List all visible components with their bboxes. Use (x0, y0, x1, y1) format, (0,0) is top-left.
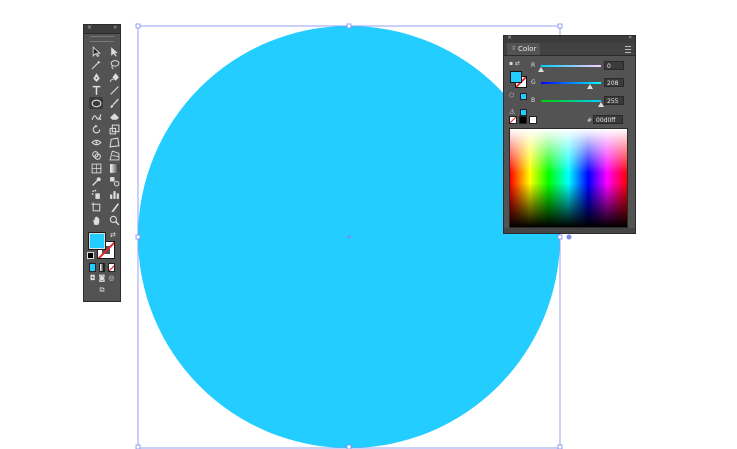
gradient-mode-icon[interactable] (98, 262, 106, 272)
color-mode-icon[interactable] (89, 262, 96, 272)
tab-arrows-icon[interactable]: ⇕ (511, 43, 516, 55)
curvature-tool-icon[interactable] (107, 71, 121, 83)
hex-label: # (587, 117, 593, 124)
eraser-tool-icon[interactable] (107, 110, 121, 122)
color-panel-collapse-icon[interactable]: « (628, 34, 632, 41)
screen-mode-icon[interactable]: ⧉ (100, 286, 105, 295)
drawing-mode-row: ◘ ◙ ◎ (84, 272, 120, 284)
color-mode-buttons (84, 262, 120, 272)
panel-menu-icon[interactable] (625, 46, 631, 53)
artboard-tool-icon[interactable] (89, 201, 103, 213)
color-panel-titlebar[interactable]: × « (504, 34, 635, 43)
direct-selection-tool-icon[interactable] (107, 45, 121, 57)
gradient-tool-icon[interactable] (107, 162, 121, 174)
slider-row-b: B 255 (529, 96, 629, 107)
symbol-sprayer-tool-icon[interactable] (89, 188, 103, 200)
perspective-grid-tool-icon[interactable] (107, 149, 121, 161)
tools-panel-collapse-icon[interactable]: « (113, 24, 117, 32)
cp-fill-swatch[interactable] (510, 71, 522, 83)
selection-tool-icon[interactable] (89, 45, 103, 57)
magic-wand-tool-icon[interactable] (89, 58, 103, 70)
web-safe-color-chip[interactable] (520, 93, 527, 100)
slice-tool-icon[interactable] (107, 201, 121, 213)
zoom-tool-icon[interactable] (107, 214, 121, 226)
blend-tool-icon[interactable] (107, 175, 121, 187)
eyedropper-tool-icon[interactable] (89, 175, 103, 187)
white-color-chip[interactable] (529, 116, 537, 124)
draw-behind-icon[interactable]: ◙ (99, 274, 106, 282)
web-safe-warning-icon[interactable]: ⬡ (509, 92, 514, 99)
tools-panel-grip[interactable] (90, 36, 114, 42)
ellipse-tool-icon[interactable] (89, 97, 103, 109)
none-mode-icon[interactable] (108, 262, 116, 272)
draw-inside-icon[interactable]: ◎ (108, 274, 114, 282)
hand-tool-icon[interactable] (89, 214, 103, 226)
out-of-gamut-warning-icon[interactable]: ⚠ (509, 108, 515, 116)
handle-bottom-right[interactable] (557, 444, 563, 449)
column-graph-tool-icon[interactable] (107, 188, 121, 200)
slider-value-r[interactable]: 0 (604, 61, 624, 70)
rotate-tool-icon[interactable] (89, 123, 103, 135)
shaper-tool-icon[interactable] (89, 110, 103, 122)
slider-thumb-g[interactable] (587, 84, 593, 89)
handle-middle-right[interactable] (557, 234, 563, 240)
gamut-color-chip[interactable] (520, 109, 527, 116)
black-color-chip[interactable] (519, 116, 527, 124)
slider-track-b[interactable] (541, 100, 601, 102)
pen-tool-icon[interactable] (89, 71, 103, 83)
color-panel-close-icon[interactable]: × (507, 34, 512, 41)
live-shape-widget[interactable] (566, 234, 572, 240)
handle-top-center[interactable] (346, 23, 352, 29)
center-point (347, 235, 351, 239)
slider-track-r[interactable] (541, 65, 601, 67)
handle-bottom-left[interactable] (135, 444, 141, 449)
slider-label-g: G (531, 79, 536, 86)
width-tool-icon[interactable] (89, 136, 103, 148)
color-panel-tabbar: ⇕ Color (504, 43, 635, 56)
default-fill-stroke-icon[interactable] (87, 252, 94, 259)
color-spectrum-picker[interactable] (509, 128, 628, 228)
color-panel-bottom-bar (504, 228, 635, 233)
hex-input[interactable]: 00d0ff (593, 115, 623, 124)
none-black-white-row (509, 116, 537, 124)
tab-color[interactable]: ⇕ Color (507, 43, 541, 55)
handle-middle-left[interactable] (135, 234, 141, 240)
slider-row-g: G 208 (529, 78, 629, 89)
free-transform-tool-icon[interactable] (107, 136, 121, 148)
fill-stroke-swatches: ⇄ (84, 230, 120, 262)
slider-label-r: R (531, 62, 536, 69)
cp-default-swap-icons[interactable]: ▪ ⇄ (509, 60, 520, 67)
slider-label-b: B (531, 97, 536, 104)
tools-panel-close-icon[interactable]: × (87, 24, 92, 32)
handle-top-left[interactable] (135, 23, 141, 29)
swap-fill-stroke-icon[interactable]: ⇄ (110, 231, 116, 239)
type-tool-icon[interactable] (89, 84, 103, 96)
tools-panel: × « ⇄ ◘ ◙ ◎ ⧉ (83, 24, 121, 302)
shape-builder-tool-icon[interactable] (89, 149, 103, 161)
none-color-icon[interactable] (509, 116, 517, 124)
handle-top-right[interactable] (557, 23, 563, 29)
fill-swatch[interactable] (88, 232, 106, 250)
mesh-tool-icon[interactable] (89, 162, 103, 174)
handle-bottom-center[interactable] (346, 444, 352, 449)
scale-tool-icon[interactable] (107, 123, 121, 135)
slider-row-r: R 0 (529, 61, 629, 72)
screen-mode-row: ⧉ (84, 284, 120, 297)
tab-color-label: Color (518, 45, 537, 53)
slider-thumb-r[interactable] (538, 67, 544, 72)
tools-panel-titlebar[interactable]: × « (84, 24, 120, 34)
paintbrush-tool-icon[interactable] (107, 97, 121, 109)
draw-normal-icon[interactable]: ◘ (90, 274, 96, 282)
lasso-tool-icon[interactable] (107, 58, 121, 70)
slider-value-b[interactable]: 255 (604, 96, 624, 105)
slider-value-g[interactable]: 208 (604, 78, 624, 87)
color-panel: × « ⇕ Color ▪ ⇄ R 0 G 208 B 255 ⬡ ⚠ # 00… (503, 34, 636, 234)
line-segment-tool-icon[interactable] (107, 84, 121, 96)
